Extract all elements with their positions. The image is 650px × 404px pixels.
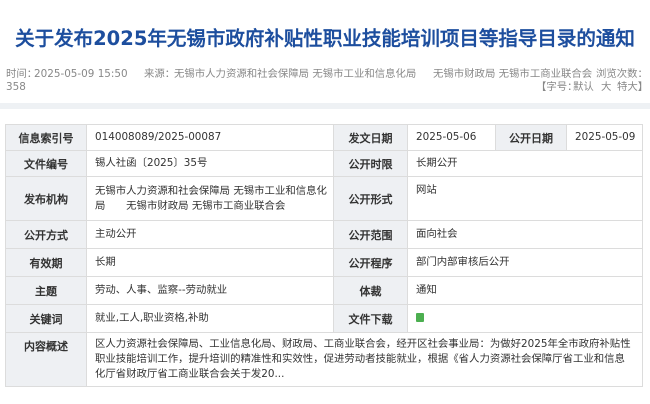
- topic-label: 主题: [5, 276, 87, 305]
- keywords-value: 就业,工人,职业资格,补助: [86, 304, 334, 333]
- disclosure-method-label: 公开方式: [5, 220, 87, 249]
- font-size-default-link[interactable]: 默认: [573, 81, 594, 94]
- table-row: 文件编号 锡人社函〔2025〕35号 公开时限 长期公开: [5, 150, 643, 177]
- table-row: 发布机构 无锡市人力资源和社会保障局 无锡市工业和信息化局 无锡市财政局 无锡市…: [5, 176, 643, 221]
- procedure-label: 公开程序: [333, 248, 408, 277]
- table-row: 主题 劳动、人事、监察--劳动就业 体裁 通知: [5, 276, 643, 305]
- doc-no-label: 文件编号: [5, 150, 87, 177]
- topic-value: 劳动、人事、监察--劳动就业: [86, 276, 334, 305]
- font-size-large-link[interactable]: 大: [601, 81, 611, 94]
- download-cell: [407, 304, 643, 333]
- disclosure-scope-value: 面向社会: [407, 220, 643, 249]
- page-title: 关于发布2025年无锡市政府补贴性职业技能培训项目等指导目录的通知: [15, 27, 635, 50]
- validity-value: 长期: [86, 248, 334, 277]
- font-size-xlarge-link[interactable]: 特大】: [617, 81, 648, 94]
- section-divider: [0, 103, 650, 109]
- file-download-icon[interactable]: [416, 313, 424, 322]
- publish-time: 2025-05-09 15:50: [34, 68, 128, 80]
- article-meta: 时间： 2025-05-09 15:50 来源： 无锡市人力资源和社会保障局 无…: [6, 68, 648, 94]
- disclosure-method-value: 主动公开: [86, 220, 334, 249]
- font-size-label: 【字号：: [536, 81, 578, 93]
- agency-value: 无锡市人力资源和社会保障局 无锡市工业和信息化局 无锡市财政局 无锡市工商业联合…: [86, 176, 334, 221]
- publish-date-value: 2025-05-09: [566, 124, 643, 151]
- issue-date-label: 发文日期: [333, 124, 408, 151]
- genre-value: 通知: [407, 276, 643, 305]
- download-label: 文件下载: [333, 304, 408, 333]
- keywords-label: 关键词: [5, 304, 87, 333]
- table-row: 公开方式 主动公开 公开范围 面向社会: [5, 220, 643, 249]
- source-label: 来源：: [144, 68, 176, 80]
- publish-date-label: 公开日期: [495, 124, 567, 151]
- summary-label: 内容概述: [5, 332, 87, 387]
- doc-no-value: 锡人社函〔2025〕35号: [86, 150, 334, 177]
- table-row: 内容概述 区人力资源社会保障局、工业信息化局、财政局、工商业联合会，经开区社会事…: [5, 332, 643, 387]
- genre-label: 体裁: [333, 276, 408, 305]
- issue-date-value: 2025-05-06: [407, 124, 496, 151]
- views-label: 浏览次数：: [596, 68, 648, 80]
- document-info-table: 信息索引号 014008089/2025-00087 发文日期 2025-05-…: [5, 124, 643, 387]
- table-row: 信息索引号 014008089/2025-00087 发文日期 2025-05-…: [5, 124, 643, 151]
- table-row: 关键词 就业,工人,职业资格,补助 文件下载: [5, 304, 643, 333]
- time-label: 时间：: [6, 68, 38, 80]
- disclosure-period-value: 长期公开: [407, 150, 643, 177]
- table-row: 有效期 长期 公开程序 部门内部审核后公开: [5, 248, 643, 277]
- procedure-value: 部门内部审核后公开: [407, 248, 643, 277]
- summary-value: 区人力资源社会保障局、工业信息化局、财政局、工商业联合会，经开区社会事业局：为做…: [86, 332, 643, 387]
- disclosure-form-label: 公开形式: [333, 176, 408, 221]
- source-value-2: 无锡市财政局 无锡市工商业联合会: [433, 68, 593, 80]
- index-no-value: 014008089/2025-00087: [86, 124, 334, 151]
- source-value: 无锡市人力资源和社会保障局 无锡市工业和信息化局: [174, 68, 417, 80]
- validity-label: 有效期: [5, 248, 87, 277]
- index-no-label: 信息索引号: [5, 124, 87, 151]
- views-count: 358: [6, 81, 26, 93]
- disclosure-period-label: 公开时限: [333, 150, 408, 177]
- disclosure-scope-label: 公开范围: [333, 220, 408, 249]
- disclosure-form-value: 网站: [407, 176, 643, 221]
- agency-label: 发布机构: [5, 176, 87, 221]
